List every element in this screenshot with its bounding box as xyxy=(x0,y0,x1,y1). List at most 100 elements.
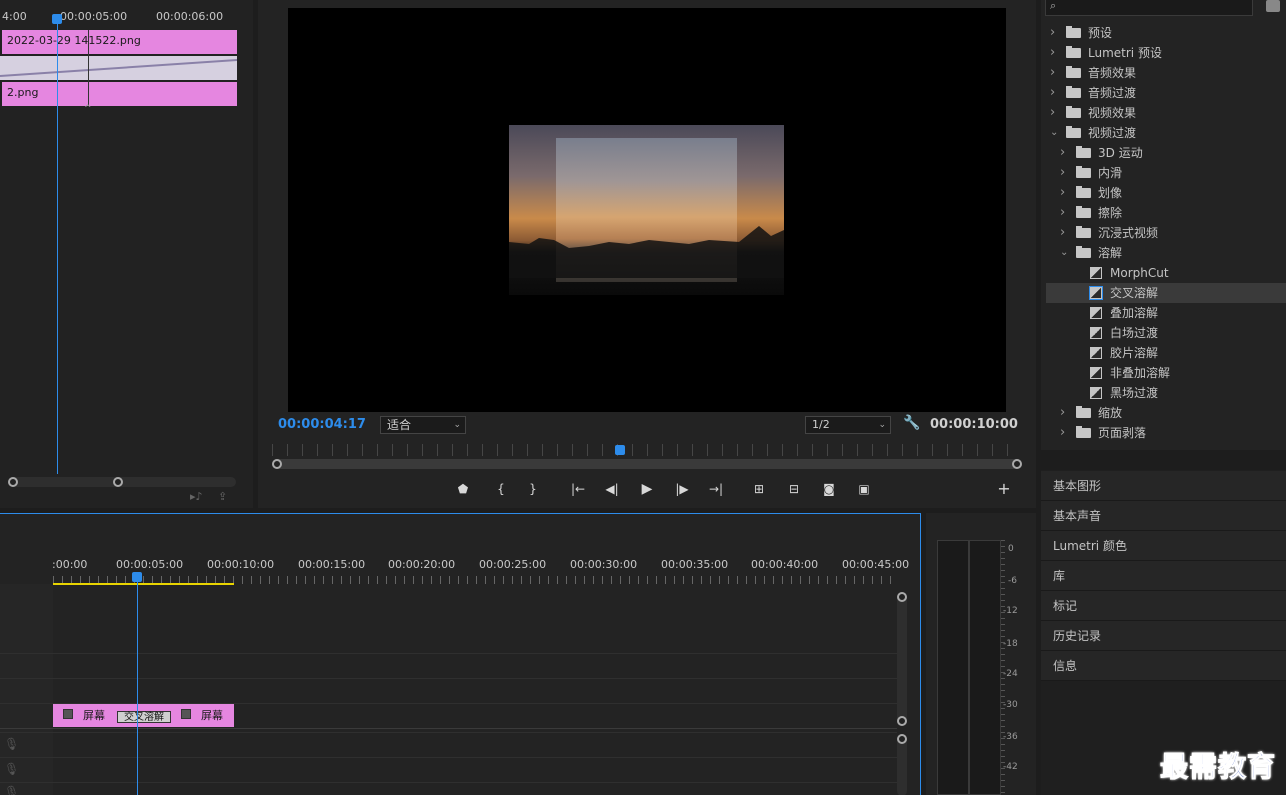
effects-folder-row[interactable]: › 音频过渡 xyxy=(1046,83,1286,103)
chevron-right-icon[interactable]: › xyxy=(1060,143,1065,163)
extract-icon[interactable]: ⊟ xyxy=(783,479,805,499)
timeline-ruler-label-8: 00:00:40:00 xyxy=(751,558,819,571)
timeline-vscroll[interactable] xyxy=(897,592,907,726)
timeline-panel: :00:00 00:00:05:00 00:00:10:00 00:00:15:… xyxy=(0,513,921,795)
mic-icon[interactable]: 🎙 xyxy=(4,762,19,776)
effects-folder-row[interactable]: › 预设 xyxy=(1046,23,1286,43)
program-zoom-bar[interactable] xyxy=(272,459,1022,469)
effects-folder-row[interactable]: › 视频效果 xyxy=(1046,103,1286,123)
chevron-down-icon[interactable]: ⌄ xyxy=(1050,123,1058,143)
chevron-down-icon[interactable]: ⌄ xyxy=(1060,243,1068,263)
effects-folder-row[interactable]: › 缩放 xyxy=(1046,403,1286,423)
panel-markers[interactable]: 标记 xyxy=(1041,591,1286,621)
go-to-in-icon[interactable]: |← xyxy=(567,479,589,499)
effects-folder-row[interactable]: › 音频效果 xyxy=(1046,63,1286,83)
wrench-icon[interactable]: 🔧 xyxy=(903,415,920,431)
step-forward-icon[interactable]: |▶ xyxy=(671,479,693,499)
effects-folder-row[interactable]: › 沉浸式视频 xyxy=(1046,223,1286,243)
tree-item-label: 内滑 xyxy=(1098,166,1123,180)
transition-effect-icon xyxy=(1089,286,1103,300)
zoom-select[interactable]: 适合 ⌄ xyxy=(380,416,466,434)
chevron-right-icon[interactable]: › xyxy=(1060,423,1065,443)
current-timecode[interactable]: 00:00:04:17 xyxy=(278,417,366,432)
effects-folder-row[interactable]: ⌄ 视频过渡 xyxy=(1046,123,1286,143)
timeline-ruler-label-7: 00:00:35:00 xyxy=(661,558,729,571)
step-back-icon[interactable]: ◀| xyxy=(601,479,623,499)
chevron-right-icon[interactable]: › xyxy=(1060,163,1065,183)
transition-block[interactable]: 交叉溶解 xyxy=(117,711,171,723)
program-mini-ruler[interactable] xyxy=(272,444,1022,456)
compare-icon[interactable]: ▣ xyxy=(853,479,875,499)
chevron-right-icon[interactable]: › xyxy=(1050,103,1055,123)
camera-icon[interactable]: ◙ xyxy=(818,479,840,499)
program-playhead[interactable] xyxy=(615,445,625,455)
panel-history[interactable]: 历史记录 xyxy=(1041,621,1286,651)
track-divider xyxy=(0,782,897,783)
scroll-handle-right[interactable] xyxy=(113,477,123,487)
audio-vscroll[interactable] xyxy=(897,734,907,795)
effects-folder-row[interactable]: ⌄ 溶解 xyxy=(1046,243,1286,263)
timeline-clip-a[interactable]: 屏幕 屏幕 交叉溶解 xyxy=(53,704,234,727)
go-to-out-icon[interactable]: →| xyxy=(705,479,727,499)
effects-folder-row[interactable]: › 页面剥落 xyxy=(1046,423,1286,443)
tree-item-label: 视频效果 xyxy=(1088,106,1137,120)
effects-folder-row[interactable]: › 划像 xyxy=(1046,183,1286,203)
source-clip-bottom[interactable]: 2.png xyxy=(0,82,237,106)
panel-info[interactable]: 信息 xyxy=(1041,651,1286,681)
db-tick-2: -12 xyxy=(1003,606,1018,616)
panel-libraries[interactable]: 库 xyxy=(1041,561,1286,591)
effects-search-input[interactable]: ⌕ xyxy=(1045,0,1253,16)
effect-item-row[interactable]: 胶片溶解 xyxy=(1046,343,1286,363)
source-transition-band[interactable] xyxy=(0,56,237,80)
folder-icon xyxy=(1076,406,1091,418)
panel-essential-sound[interactable]: 基本声音 xyxy=(1041,501,1286,531)
scroll-handle-left[interactable] xyxy=(8,477,18,487)
effect-item-row[interactable]: MorphCut xyxy=(1046,263,1286,283)
resolution-select[interactable]: 1/2 ⌄ xyxy=(805,416,891,434)
effect-item-row[interactable]: 叠加溶解 xyxy=(1046,303,1286,323)
effects-folder-row[interactable]: › Lumetri 预设 xyxy=(1046,43,1286,63)
new-bin-icon[interactable] xyxy=(1266,0,1280,12)
chevron-right-icon[interactable]: › xyxy=(1050,43,1055,63)
chevron-right-icon[interactable]: › xyxy=(1060,203,1065,223)
source-clip-top[interactable]: 2022-03-29 141522.png xyxy=(0,30,237,54)
effects-folder-row[interactable]: › 内滑 xyxy=(1046,163,1286,183)
zoom-handle-left[interactable] xyxy=(272,459,282,469)
effects-folder-row[interactable]: › 3D 运动 xyxy=(1046,143,1286,163)
zoom-handle-right[interactable] xyxy=(1012,459,1022,469)
chevron-right-icon[interactable]: › xyxy=(1050,83,1055,103)
add-button-icon[interactable]: + xyxy=(993,479,1015,499)
tree-item-label: 擦除 xyxy=(1098,206,1123,220)
panel-lumetri-color[interactable]: Lumetri 颜色 xyxy=(1041,531,1286,561)
audio-note-icon[interactable]: ▸♪ xyxy=(190,490,203,503)
effect-item-row[interactable]: 交叉溶解 xyxy=(1046,283,1286,303)
mic-icon[interactable]: 🎙 xyxy=(4,737,19,751)
add-marker-icon[interactable]: ⬟ xyxy=(452,479,474,499)
source-scrollbar[interactable] xyxy=(8,477,236,487)
panel-essential-graphics[interactable]: 基本图形 xyxy=(1041,471,1286,501)
mark-out-icon[interactable]: } xyxy=(522,479,544,499)
export-icon[interactable]: ⇪ xyxy=(218,490,227,503)
source-playhead-line xyxy=(57,18,58,474)
mark-in-icon[interactable]: { xyxy=(490,479,512,499)
play-icon[interactable]: ▶ xyxy=(636,479,658,499)
in-out-range-bar[interactable] xyxy=(53,583,234,585)
vscroll-handle-bottom[interactable] xyxy=(897,716,907,726)
chevron-right-icon[interactable]: › xyxy=(1050,63,1055,83)
chevron-right-icon[interactable]: › xyxy=(1060,223,1065,243)
effects-folder-row[interactable]: › 擦除 xyxy=(1046,203,1286,223)
db-tick-0: 0 xyxy=(1008,544,1014,554)
effect-item-row[interactable]: 白场过渡 xyxy=(1046,323,1286,343)
effect-item-row[interactable]: 非叠加溶解 xyxy=(1046,363,1286,383)
vscroll-handle-top[interactable] xyxy=(897,592,907,602)
track-divider xyxy=(0,732,897,733)
folder-icon xyxy=(1066,46,1081,58)
lift-icon[interactable]: ⊞ xyxy=(748,479,770,499)
chevron-right-icon[interactable]: › xyxy=(1060,403,1065,423)
audio-vscroll-handle[interactable] xyxy=(897,734,907,744)
transition-effect-icon xyxy=(1090,267,1102,279)
chevron-right-icon[interactable]: › xyxy=(1050,23,1055,43)
mic-icon[interactable]: 🎙 xyxy=(4,785,19,795)
effect-item-row[interactable]: 黑场过渡 xyxy=(1046,383,1286,403)
chevron-right-icon[interactable]: › xyxy=(1060,183,1065,203)
